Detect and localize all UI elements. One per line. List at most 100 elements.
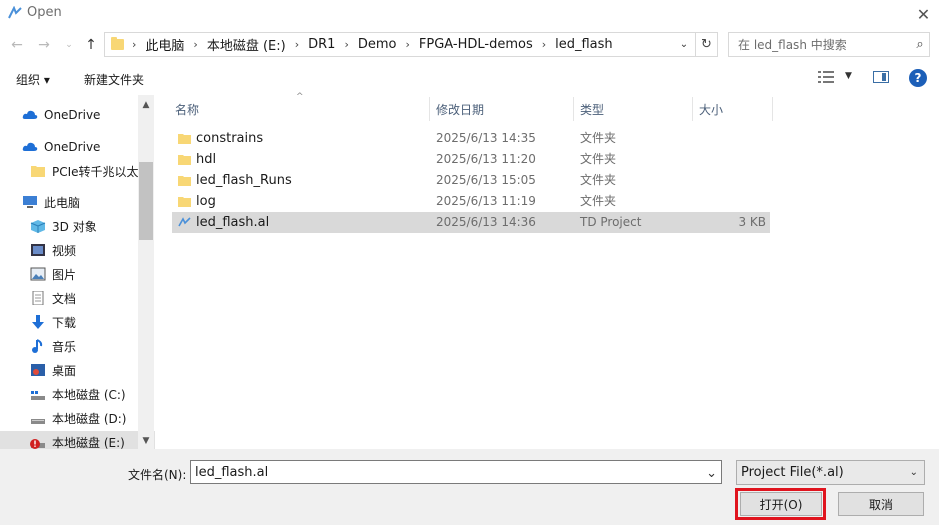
file-size: 3 KB (738, 215, 766, 229)
drive-icon (31, 391, 45, 400)
column-header-name[interactable]: 名称 (175, 97, 428, 121)
nav-item-label: 此电脑 (44, 195, 81, 210)
desktop-icon (31, 364, 45, 376)
download-icon (32, 315, 44, 329)
file-date: 2025/6/13 14:36 (436, 215, 536, 229)
nav-item-onedrive[interactable]: OneDrive (0, 104, 155, 126)
breadcrumb-item[interactable]: 此电脑 (145, 35, 184, 54)
breadcrumb-separator: › (132, 38, 137, 51)
breadcrumb-item[interactable]: DR1 (308, 37, 335, 52)
search-input[interactable]: 在 led_flash 中搜索 (738, 36, 911, 53)
nav-item-documents[interactable]: 文档 (0, 287, 155, 309)
app-logo-icon (8, 6, 22, 19)
file-row[interactable]: hdl 2025/6/13 11:20 文件夹 (172, 149, 770, 170)
new-folder-button[interactable]: 新建文件夹 (84, 71, 144, 88)
file-row[interactable]: log 2025/6/13 11:19 文件夹 (172, 191, 770, 212)
scroll-up-button[interactable]: ▲ (138, 96, 154, 114)
column-divider[interactable] (772, 97, 773, 121)
refresh-icon: ↻ (701, 37, 712, 52)
nav-item-onedrive-2[interactable]: OneDrive (0, 136, 155, 158)
computer-icon (23, 196, 37, 208)
search-box[interactable]: 在 led_flash 中搜索 ⌕ (728, 32, 930, 57)
breadcrumb-separator[interactable]: › (405, 38, 409, 51)
file-date: 2025/6/13 11:19 (436, 194, 536, 208)
column-header-date[interactable]: 修改日期 (436, 97, 572, 121)
file-name: constrains (196, 131, 264, 146)
title-bar: Open ✕ (0, 0, 939, 28)
folder-icon (178, 155, 191, 165)
nav-item-drive-c[interactable]: 本地磁盘 (C:) (0, 383, 155, 405)
nav-item-music[interactable]: 音乐 (0, 335, 155, 357)
nav-item-videos[interactable]: 视频 (0, 239, 155, 261)
address-dropdown-button[interactable]: ⌄ (674, 34, 694, 54)
nav-item-pcie-folder[interactable]: PCIe转千兆以太 (0, 160, 155, 182)
file-row[interactable]: led_flash_Runs 2025/6/13 15:05 文件夹 (172, 170, 770, 191)
filename-value: led_flash.al (195, 464, 269, 480)
td-project-file-icon (178, 217, 191, 227)
nav-item-downloads[interactable]: 下载 (0, 311, 155, 333)
column-header-size[interactable]: 大小 (699, 97, 771, 121)
file-row[interactable]: constrains 2025/6/13 14:35 文件夹 (172, 128, 770, 149)
breadcrumb-item[interactable]: 本地磁盘 (E:) (207, 35, 286, 54)
column-divider[interactable] (573, 97, 574, 121)
chevron-down-icon[interactable]: ⌄ (706, 466, 717, 481)
breadcrumb-separator[interactable]: › (295, 38, 299, 51)
breadcrumb-item[interactable]: led_flash (555, 37, 613, 52)
view-dropdown-icon[interactable]: ▼ (845, 71, 852, 81)
navigation-pane[interactable]: OneDrive OneDrive PCIe转千兆以太 此电脑 3D 对象 视频… (0, 95, 155, 449)
file-name: hdl (196, 152, 217, 167)
column-header-type[interactable]: 类型 (580, 97, 690, 121)
cancel-button[interactable]: 取消 (838, 492, 924, 516)
folder-icon (178, 134, 191, 144)
file-type: 文件夹 (580, 131, 617, 145)
nav-scrollbar-thumb[interactable] (139, 162, 153, 240)
breadcrumb-item[interactable]: FPGA-HDL-demos (419, 37, 533, 52)
file-type-filter-select[interactable]: Project File(*.al) ⌄ (736, 460, 925, 485)
view-options-icon[interactable] (818, 70, 836, 84)
arrow-right-icon: → (38, 37, 50, 53)
document-icon (32, 291, 44, 305)
up-button[interactable]: ↑ (82, 35, 100, 55)
nav-item-pictures[interactable]: 图片 (0, 263, 155, 285)
nav-item-drive-e[interactable]: 本地磁盘 (E:) (0, 431, 155, 449)
nav-item-label: OneDrive (44, 108, 101, 122)
breadcrumb-separator[interactable]: › (542, 38, 546, 51)
organize-menu[interactable]: 组织 ▾ (16, 71, 50, 88)
breadcrumb-separator[interactable]: › (193, 38, 197, 51)
file-date: 2025/6/13 15:05 (436, 173, 536, 187)
preview-pane-icon[interactable] (873, 71, 889, 83)
breadcrumb-separator[interactable]: › (344, 38, 348, 51)
search-icon[interactable]: ⌕ (911, 37, 929, 52)
column-divider[interactable] (692, 97, 693, 121)
help-icon[interactable]: ? (909, 69, 927, 87)
column-divider[interactable] (429, 97, 430, 121)
picture-icon (30, 267, 46, 281)
close-button[interactable]: ✕ (908, 0, 939, 28)
chevron-down-icon: ⌄ (679, 38, 689, 50)
nav-item-label: 桌面 (52, 363, 77, 378)
address-bar[interactable]: › 此电脑 › 本地磁盘 (E:) › DR1 › Demo › FPGA-HD… (104, 32, 718, 57)
chevron-down-icon: ⌄ (65, 40, 73, 50)
nav-item-drive-d[interactable]: 本地磁盘 (D:) (0, 407, 155, 429)
forward-button[interactable]: → (34, 35, 54, 55)
file-name: led_flash.al (196, 215, 270, 230)
file-type: TD Project (580, 215, 642, 229)
file-row-selected[interactable]: led_flash.al 2025/6/13 14:36 TD Project … (172, 212, 770, 233)
nav-item-3d-objects[interactable]: 3D 对象 (0, 215, 155, 237)
nav-item-desktop[interactable]: 桌面 (0, 359, 155, 381)
scroll-down-button[interactable]: ▼ (138, 432, 154, 450)
caret-up-icon: ▲ (142, 100, 150, 110)
chevron-down-icon: ⌄ (909, 467, 918, 478)
filename-input[interactable]: led_flash.al ⌄ (190, 460, 722, 484)
open-button-highlight (735, 488, 826, 520)
refresh-button[interactable]: ↻ (695, 32, 717, 57)
nav-scrollbar[interactable] (138, 95, 154, 449)
nav-item-label: 音乐 (52, 339, 77, 354)
breadcrumb-item[interactable]: Demo (358, 37, 397, 52)
column-header-label: 类型 (580, 102, 605, 117)
back-button[interactable]: ← (7, 35, 27, 55)
recent-locations-button[interactable]: ⌄ (62, 37, 76, 53)
nav-item-this-pc[interactable]: 此电脑 (0, 191, 155, 213)
folder-icon (178, 197, 191, 207)
nav-item-label: 3D 对象 (52, 219, 97, 234)
